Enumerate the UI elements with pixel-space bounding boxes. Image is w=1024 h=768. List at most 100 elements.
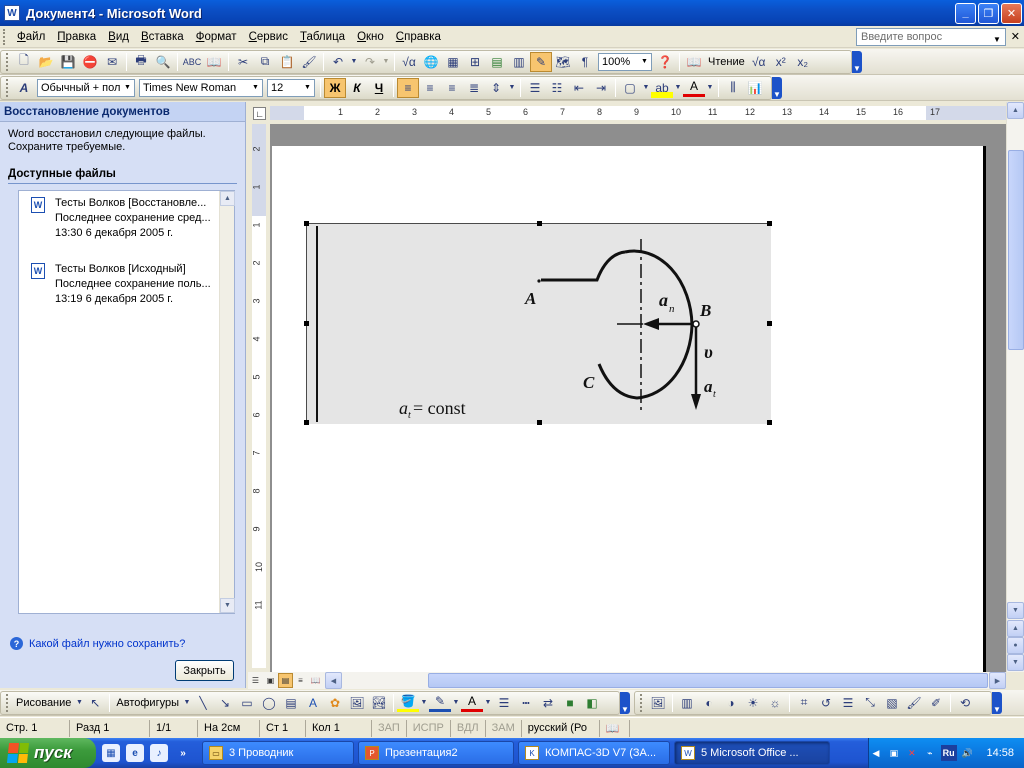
font-select[interactable]: Times New Roman ▼	[139, 78, 263, 97]
scroll-left-icon[interactable]: ◀	[325, 672, 342, 689]
permission-icon[interactable]: ⛔	[79, 52, 101, 72]
color-icon[interactable]: ▥	[676, 693, 698, 713]
open-folder-icon[interactable]: 📂	[35, 52, 57, 72]
resize-handle[interactable]	[304, 420, 309, 425]
resize-handle[interactable]	[767, 321, 772, 326]
close-window-button[interactable]: ✕	[1001, 2, 1022, 24]
tables-borders-icon[interactable]: ▦	[442, 52, 464, 72]
horizontal-scroll-thumb[interactable]	[428, 673, 988, 688]
help-question-input[interactable]: Введите вопрос ▼	[856, 28, 1006, 46]
next-page-icon[interactable]: ▼	[1007, 654, 1024, 671]
clip-art-icon[interactable]: 🖼	[346, 693, 368, 713]
desktop-icon[interactable]: ▦	[102, 744, 120, 762]
inserted-picture[interactable]: A B C a n υ a t a t = const	[304, 221, 772, 425]
align-center-icon[interactable]: ≡	[419, 78, 441, 98]
menu-window[interactable]: Окно	[351, 31, 390, 43]
hyperlink-icon[interactable]: 🌐	[420, 52, 442, 72]
tray-volume-icon[interactable]: 🔊	[961, 745, 975, 761]
toolbar-options-icon[interactable]: ▼	[992, 691, 1002, 714]
taskbar-kompas[interactable]: K КОМПАС-3D V7 (ЗА...	[518, 741, 670, 765]
vertical-scroll-thumb[interactable]	[1008, 150, 1024, 350]
tray-back-icon[interactable]: ◀	[869, 745, 883, 761]
styles-formatting-icon[interactable]: A	[13, 78, 35, 98]
start-button[interactable]: пуск	[0, 738, 96, 768]
reset-picture-icon[interactable]: ⟲	[954, 693, 976, 713]
autoshapes-dropdown-icon[interactable]: ▼	[182, 693, 192, 713]
text-box-icon[interactable]: ▤	[280, 693, 302, 713]
reading-icon[interactable]: 📖	[683, 52, 705, 72]
drawing-icon[interactable]: ✎	[530, 51, 552, 72]
recovered-file-item[interactable]: W Тесты Волков [Восстановле... Последнее…	[19, 191, 234, 257]
increase-indent-icon[interactable]: ⇥	[590, 78, 612, 98]
chevron-down-icon[interactable]: ▼	[639, 54, 650, 69]
paste-icon[interactable]: 📋	[276, 52, 298, 72]
resize-handle[interactable]	[767, 221, 772, 226]
highlight-dropdown-icon[interactable]: ▼	[673, 78, 683, 98]
toolbar-grip[interactable]	[6, 693, 9, 712]
diagram-icon[interactable]: ✿	[324, 693, 346, 713]
tray-app-icon[interactable]: ⌁	[923, 745, 937, 761]
status-rec[interactable]: ЗАП	[372, 719, 407, 737]
recovered-file-item[interactable]: W Тесты Волков [Исходный] Последнее сохр…	[19, 257, 234, 323]
font-size-select[interactable]: 12 ▼	[267, 78, 315, 97]
help-icon[interactable]: ❓	[654, 52, 676, 72]
scroll-down-icon[interactable]: ▼	[1007, 602, 1024, 619]
rectangle-icon[interactable]: ▭	[236, 693, 258, 713]
less-contrast-icon[interactable]: ◑	[720, 693, 742, 713]
dash-style-icon[interactable]: ┅	[515, 693, 537, 713]
line-style-picture-icon[interactable]: ☰	[837, 693, 859, 713]
resize-handle[interactable]	[304, 321, 309, 326]
tray-language-indicator[interactable]: Ru	[940, 745, 957, 761]
borders-dropdown-icon[interactable]: ▼	[641, 78, 651, 98]
line-color-icon[interactable]: ✎	[429, 694, 451, 712]
scroll-up-icon[interactable]: ▲	[220, 191, 235, 206]
line-spacing-dropdown-icon[interactable]: ▼	[507, 78, 517, 98]
menu-format[interactable]: Формат	[190, 31, 243, 43]
superscript-icon[interactable]: x²	[770, 52, 792, 72]
menu-file[interactable]: Файл	[11, 31, 51, 43]
align-left-icon[interactable]: ≡	[397, 77, 419, 98]
reading-layout-icon[interactable]: 📖	[308, 673, 323, 688]
close-pane-button[interactable]: Закрыть	[175, 660, 234, 681]
line-color-dropdown-icon[interactable]: ▼	[451, 693, 461, 713]
show-hide-icon[interactable]: ¶	[574, 52, 596, 72]
numbering-icon[interactable]: ☰	[524, 78, 546, 98]
cut-icon[interactable]: ✂	[232, 52, 254, 72]
scroll-down-icon[interactable]: ▼	[220, 598, 235, 613]
underline-button[interactable]: Ч	[368, 78, 390, 98]
media-icon[interactable]: ♪	[150, 744, 168, 762]
equation-icon[interactable]: √α	[398, 52, 420, 72]
bullets-icon[interactable]: ☷	[546, 78, 568, 98]
horizontal-scrollbar[interactable]: ☰ ▣ ▤ ≡ 📖 ◀ ▶	[248, 672, 1006, 689]
browse-object-icon[interactable]: ●	[1007, 637, 1024, 654]
less-brightness-icon[interactable]: ☼	[764, 693, 786, 713]
toolbar-options-icon[interactable]: ▼	[620, 691, 630, 714]
insert-picture-icon[interactable]: 🖼	[647, 693, 669, 713]
menu-edit[interactable]: Правка	[51, 31, 102, 43]
set-transparent-icon[interactable]: ✐	[925, 693, 947, 713]
reading-button[interactable]: Чтение	[705, 56, 748, 68]
undo-icon[interactable]: ↶	[327, 52, 349, 72]
font-color-draw-dropdown-icon[interactable]: ▼	[483, 693, 493, 713]
line-spacing-icon[interactable]: ⇕	[485, 78, 507, 98]
tray-network-icon[interactable]: ▣	[887, 745, 901, 761]
tray-antivirus-icon[interactable]: ✕	[905, 745, 919, 761]
print-preview-icon[interactable]: 🔍	[152, 52, 174, 72]
toolbar-grip[interactable]	[640, 693, 643, 712]
spelling-status-icon[interactable]: 📖	[600, 719, 630, 737]
vertical-scrollbar[interactable]: ▲ ▼ ▲ ● ▼	[1006, 102, 1024, 672]
email-icon[interactable]: ✉	[101, 52, 123, 72]
bold-button[interactable]: Ж	[324, 77, 346, 98]
print-layout-icon[interactable]: ▤	[278, 673, 293, 688]
redo-dropdown-icon[interactable]: ▼	[381, 52, 391, 72]
oval-icon[interactable]: ◯	[258, 693, 280, 713]
format-painter-icon[interactable]: 🖌	[298, 52, 320, 72]
document-map-icon[interactable]: 🗺	[552, 52, 574, 72]
undo-dropdown-icon[interactable]: ▼	[349, 52, 359, 72]
scroll-up-icon[interactable]: ▲	[1007, 102, 1024, 119]
subscript-icon[interactable]: x₂	[792, 52, 814, 72]
draw-dropdown-icon[interactable]: ▼	[74, 693, 84, 713]
menu-grip[interactable]	[3, 28, 7, 45]
close-document-icon[interactable]: ✕	[1011, 30, 1020, 43]
menu-view[interactable]: Вид	[102, 31, 135, 43]
